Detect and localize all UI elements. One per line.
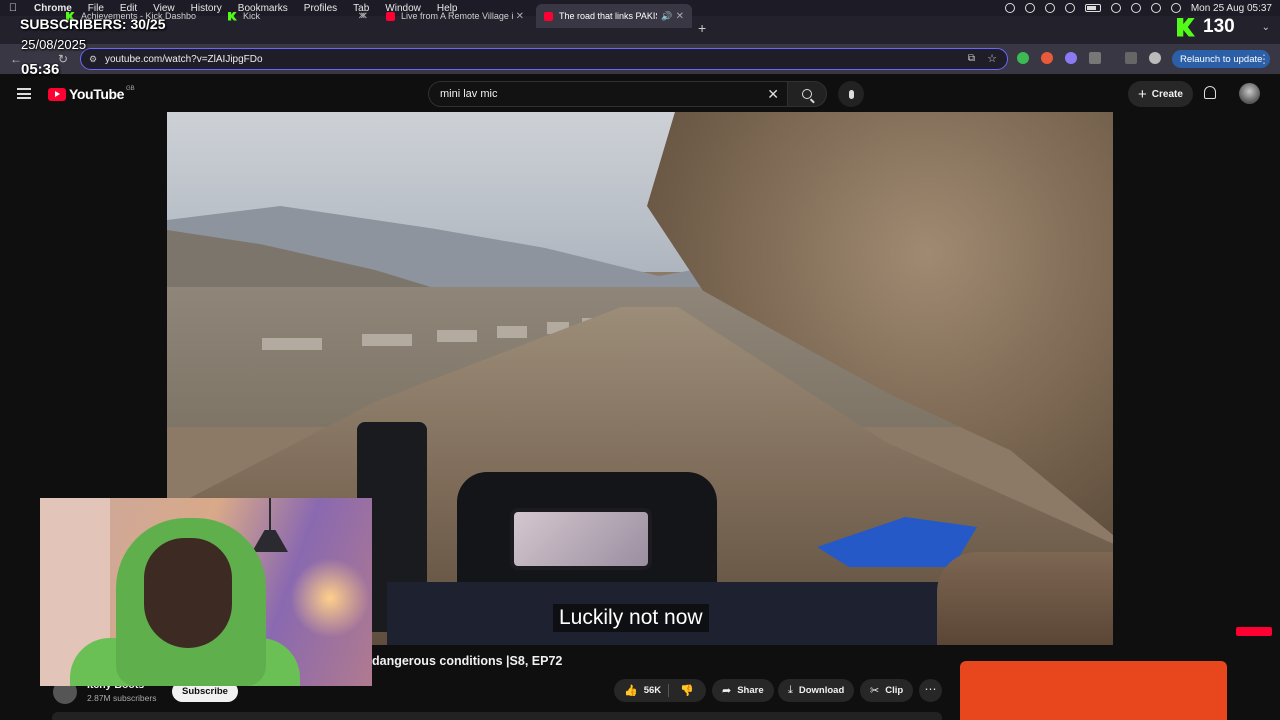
webcam-person-face: [144, 538, 232, 648]
extensions-puzzle-icon[interactable]: [1089, 52, 1101, 64]
stream-time: 05:36: [21, 61, 60, 78]
site-settings-icon[interactable]: ⚙: [89, 54, 97, 65]
like-divider: [668, 684, 669, 697]
tab-live-remote-village[interactable]: Live from A Remote Village in ✕: [378, 4, 532, 28]
kick-favicon-icon: [228, 11, 237, 21]
plus-icon: +: [1138, 85, 1147, 103]
channel-subscriber-count: 2.87M subscribers: [87, 693, 157, 703]
like-dislike-group: 👍 56K 👎: [614, 679, 706, 702]
close-tab-icon[interactable]: ✕: [360, 11, 368, 22]
youtube-masthead: YouTube GB mini lav mic ✕ + Create: [0, 74, 1280, 114]
tab-title: The road that links PAKIS: [559, 11, 657, 21]
streamer-webcam: [40, 498, 372, 686]
stream-date: 25/08/2025: [21, 37, 87, 52]
tab-title: Kick: [243, 11, 261, 21]
address-url[interactable]: youtube.com/watch?v=ZlAIJipgFDo: [105, 54, 263, 65]
notifications-bell-icon[interactable]: [1204, 86, 1216, 99]
reading-list-icon[interactable]: [1125, 52, 1137, 64]
new-tab-icon[interactable]: +: [698, 20, 706, 36]
create-label: Create: [1151, 88, 1183, 100]
search-icon: [802, 89, 812, 99]
webcam-lamp-glow: [290, 558, 370, 638]
share-label: Share: [737, 685, 764, 696]
youtube-logo[interactable]: YouTube GB: [48, 86, 135, 102]
sidebar-ad-banner[interactable]: [960, 661, 1227, 720]
youtube-play-icon: [48, 87, 66, 101]
extension-icon[interactable]: [1041, 52, 1053, 64]
clear-search-icon[interactable]: ✕: [767, 86, 779, 103]
youtube-favicon-icon: [544, 11, 553, 21]
kick-count: 130: [1203, 16, 1235, 37]
speaker-icon[interactable]: 🔊: [661, 11, 672, 22]
video-caption: Luckily not now: [553, 604, 709, 632]
download-button[interactable]: ⤓ Download: [778, 679, 855, 702]
browser-menu-icon[interactable]: ⋮: [1258, 52, 1270, 66]
tab-road-pakistan[interactable]: The road that links PAKIS 🔊 ✕: [536, 4, 692, 28]
address-bar[interactable]: ⚙ youtube.com/watch?v=ZlAIJipgFDo ⧉ ☆: [80, 48, 1008, 70]
close-tab-icon[interactable]: ✕: [676, 11, 684, 22]
like-count[interactable]: 56K: [644, 685, 661, 696]
youtube-wordmark: YouTube: [69, 86, 125, 102]
stream-subscriber-goal: SUBSCRIBERS: 30/25: [20, 16, 166, 32]
control-center-icon[interactable]: [1150, 3, 1161, 13]
share-button[interactable]: ➦ Share: [712, 679, 774, 702]
thumbs-up-icon[interactable]: 👍: [624, 684, 638, 697]
tab-title: Live from A Remote Village in: [401, 11, 513, 21]
scissors-icon: ✂: [870, 685, 880, 697]
share-arrow-icon: ➦: [722, 685, 732, 697]
clip-button[interactable]: ✂ Clip: [860, 679, 914, 702]
search-button[interactable]: [787, 81, 827, 107]
video-title: dangerous conditions |S8, EP72: [372, 654, 563, 668]
apple-icon[interactable]: : [0, 2, 26, 14]
youtube-subscribe-watermark[interactable]: [1236, 627, 1272, 636]
extension-grammarly-icon[interactable]: [1017, 52, 1029, 64]
screen-share-icon[interactable]: [1024, 3, 1035, 13]
battery-icon[interactable]: [1084, 4, 1101, 12]
webcam-lamp-cord: [269, 498, 271, 530]
install-app-icon[interactable]: ⧉: [968, 53, 975, 64]
video-scene-phone-mount: [510, 508, 652, 570]
clip-label: Clip: [885, 685, 904, 696]
description-panel[interactable]: [52, 712, 942, 720]
relaunch-to-update-button[interactable]: Relaunch to update: [1172, 50, 1271, 68]
reload-icon[interactable]: ↻: [58, 52, 68, 66]
voice-search-button[interactable]: [838, 81, 864, 107]
thumbs-down-icon[interactable]: 👎: [680, 684, 694, 697]
video-scene-glove: [937, 552, 1113, 645]
siri-icon[interactable]: [1170, 3, 1181, 13]
tab-kick[interactable]: Kick ✕: [220, 4, 376, 28]
more-actions-icon[interactable]: ⋯: [919, 679, 942, 702]
search-query[interactable]: mini lav mic: [440, 88, 497, 100]
kick-logo-icon: [1177, 17, 1195, 37]
country-code: GB: [126, 86, 135, 92]
search-input[interactable]: mini lav mic ✕: [428, 81, 788, 107]
wifi-icon[interactable]: [1110, 3, 1121, 13]
record-icon[interactable]: [1004, 3, 1015, 13]
sync-icon[interactable]: [1064, 3, 1075, 13]
download-label: Download: [798, 685, 845, 696]
create-button[interactable]: + Create: [1128, 81, 1193, 107]
youtube-favicon-icon: [386, 11, 395, 21]
microphone-icon: [848, 89, 854, 99]
menubar-clock[interactable]: Mon 25 Aug 05:37: [1191, 3, 1272, 14]
account-avatar[interactable]: [1239, 83, 1260, 104]
bluetooth-icon[interactable]: [1044, 3, 1055, 13]
menubar-status-area: Mon 25 Aug 05:37: [1004, 0, 1272, 16]
tab-search-chevron-down-icon[interactable]: ⌄: [1262, 22, 1270, 33]
download-arrow-icon: ⤓: [788, 684, 793, 696]
extension-icon[interactable]: [1065, 52, 1077, 64]
profile-avatar-icon[interactable]: [1149, 52, 1161, 64]
bookmark-star-icon[interactable]: ☆: [987, 52, 997, 65]
close-tab-icon[interactable]: ✕: [516, 11, 524, 22]
webcam-pendant-lamp: [252, 530, 288, 552]
kick-viewer-badge: 130: [1177, 16, 1235, 38]
spotlight-search-icon[interactable]: [1130, 3, 1141, 13]
hamburger-menu-icon[interactable]: [17, 88, 31, 99]
